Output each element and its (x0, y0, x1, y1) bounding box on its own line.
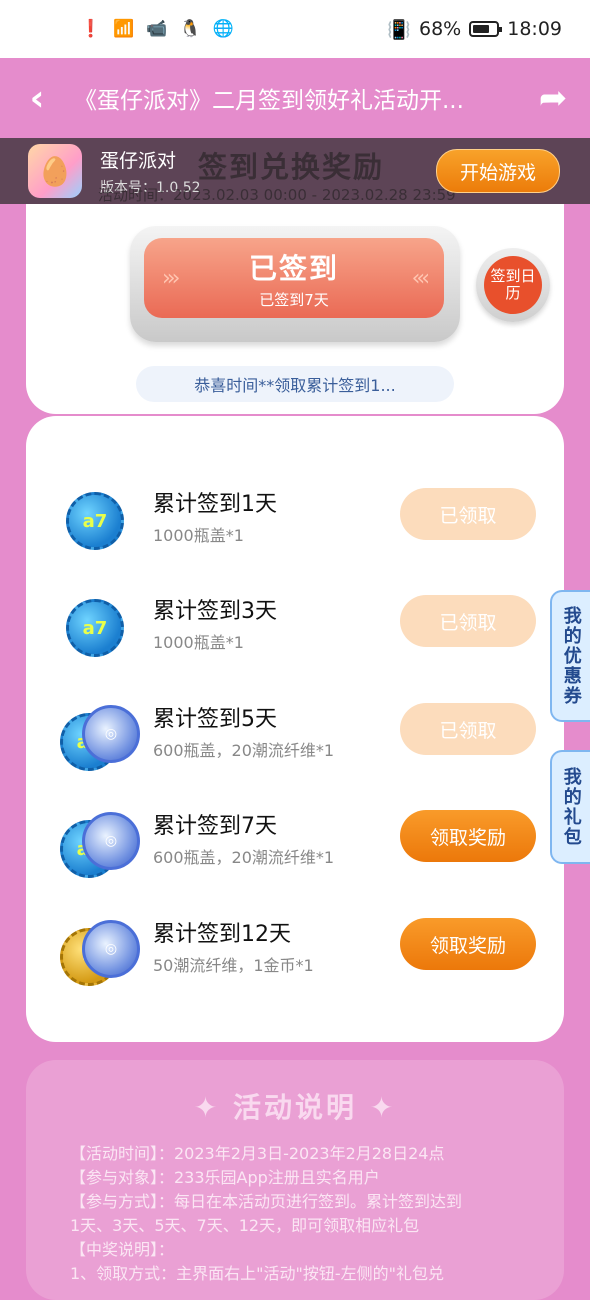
sign-in-calendar-button[interactable]: 签到日历 (476, 248, 550, 322)
bottle-cap-icon: a7 (60, 597, 136, 659)
reward-row: a7 累计签到1天 1000瓶盖*1 已领取 (26, 484, 564, 564)
my-coupons-tab[interactable]: 我的优惠券 (550, 590, 590, 722)
battery-icon (469, 21, 503, 37)
game-app-icon: 🥚 (28, 144, 82, 198)
chevron-left-icon: ‹‹‹ (411, 266, 431, 291)
video-icon: 📹 (146, 19, 168, 39)
reward-desc: 1000瓶盖*1 (153, 633, 244, 652)
claim-reward-button[interactable]: 领取奖励 (400, 918, 536, 970)
app-bar: ‹ 《蛋仔派对》二月签到领好礼活动开... ➦ (0, 58, 590, 138)
share-icon[interactable]: ➦ (516, 78, 590, 118)
vibrate-icon: 📳 (387, 18, 411, 41)
chevron-right-icon: ››› (162, 266, 181, 291)
qq-icon: 🐧 (179, 19, 201, 39)
game-name: 蛋仔派对 (100, 149, 177, 172)
reward-row: ¥ ◎ 累计签到12天 50潮流纤维，1金币*1 领取奖励 (26, 914, 564, 994)
activity-description-card: ✦ 活动说明 ✦ 【活动时间】：2023年2月3日-2023年2月28日24点 … (26, 1060, 564, 1300)
clock: 18:09 (507, 18, 562, 40)
signed-in-button[interactable]: ››› ‹‹‹ 已签到 已签到7天 (144, 238, 444, 318)
sign-in-frame: ››› ‹‹‹ 已签到 已签到7天 (130, 226, 460, 342)
sign-in-card: ››› ‹‹‹ 已签到 已签到7天 签到日历 恭喜时间**领取累计签到1... (26, 204, 564, 414)
reward-row: a7 ◎ 累计签到5天 600瓶盖，20潮流纤维*1 已领取 (26, 699, 564, 779)
description-line: 【参与对象】：233乐园App注册且实名用户 (70, 1168, 380, 1187)
back-icon[interactable]: ‹ (0, 78, 74, 119)
reward-desc: 600瓶盖，20潮流纤维*1 (153, 848, 335, 867)
calendar-label: 签到日历 (484, 256, 542, 314)
bottle-cap-icon: a7 (60, 490, 136, 552)
game-banner: 签到兑换奖励 活动时间：2023.02.03 00:00 - 2023.02.2… (0, 138, 590, 204)
claim-reward-button[interactable]: 领取奖励 (400, 810, 536, 862)
reward-claimed-button[interactable]: 已领取 (400, 703, 536, 755)
sparkle-icon: ✦ (193, 1091, 233, 1124)
reward-claimed-button[interactable]: 已领取 (400, 595, 536, 647)
reward-claimed-button[interactable]: 已领取 (400, 488, 536, 540)
status-bar: ❗ 📶 📹 🐧 🌐 📳 68% 18:09 (0, 0, 590, 58)
description-line: 【活动时间】：2023年2月3日-2023年2月28日24点 (70, 1144, 445, 1163)
description-text: 【活动时间】：2023年2月3日-2023年2月28日24点 【参与对象】：23… (70, 1142, 540, 1286)
reward-row: a7 ◎ 累计签到7天 600瓶盖，20潮流纤维*1 领取奖励 (26, 806, 564, 886)
sign-in-status: 已签到 (248, 251, 339, 285)
start-game-button[interactable]: 开始游戏 (436, 149, 560, 193)
description-line: 1、领取方式：主界面右上"活动"按钮-左侧的"礼包兑 (70, 1264, 445, 1283)
reward-title: 累计签到5天 (153, 707, 277, 732)
sign-in-days: 已签到7天 (259, 290, 329, 309)
reward-title: 累计签到12天 (153, 922, 291, 947)
cap-and-fiber-icon: a7 ◎ (60, 812, 140, 878)
coin-and-fiber-icon: ¥ ◎ (60, 920, 140, 986)
reward-title: 累计签到1天 (153, 492, 277, 517)
page-title: 《蛋仔派对》二月签到领好礼活动开... (74, 88, 464, 114)
reward-title: 累计签到3天 (153, 599, 277, 624)
my-gifts-tab[interactable]: 我的礼包 (550, 750, 590, 864)
rewards-card: a7 累计签到1天 1000瓶盖*1 已领取 a7 累计签到3天 1000瓶盖*… (26, 416, 564, 1042)
alert-icon: ❗ (80, 19, 102, 39)
status-icons: ❗ 📶 📹 🐧 🌐 (80, 19, 234, 39)
activity-time-behind: 活动时间：2023.02.03 00:00 - 2023.02.28 23:59 (98, 186, 456, 204)
reward-desc: 50潮流纤维，1金币*1 (153, 956, 314, 975)
sparkle-icon: ✦ (357, 1091, 397, 1124)
description-title: ✦ 活动说明 ✦ (193, 1091, 397, 1124)
status-right: 📳 68% 18:09 (387, 18, 562, 41)
description-line: 【中奖说明】： (70, 1240, 175, 1259)
reward-title: 累计签到7天 (153, 814, 277, 839)
battery-percent: 68% (419, 18, 462, 40)
reward-desc: 600瓶盖，20潮流纤维*1 (153, 741, 335, 760)
cap-and-fiber-icon: a7 ◎ (60, 705, 140, 771)
wifi-icon: 📶 (113, 19, 135, 39)
notice-bar: 恭喜时间**领取累计签到1... (136, 366, 454, 402)
section-title-behind: 签到兑换奖励 (198, 150, 385, 184)
description-line: 【参与方式】：每日在本活动页进行签到。累计签到达到 (70, 1192, 463, 1211)
browser-icon: 🌐 (212, 19, 234, 39)
reward-desc: 1000瓶盖*1 (153, 526, 244, 545)
description-line: 1天、3天、5天、7天、12天，即可领取相应礼包 (70, 1216, 420, 1235)
reward-row: a7 累计签到3天 1000瓶盖*1 已领取 (26, 591, 564, 671)
